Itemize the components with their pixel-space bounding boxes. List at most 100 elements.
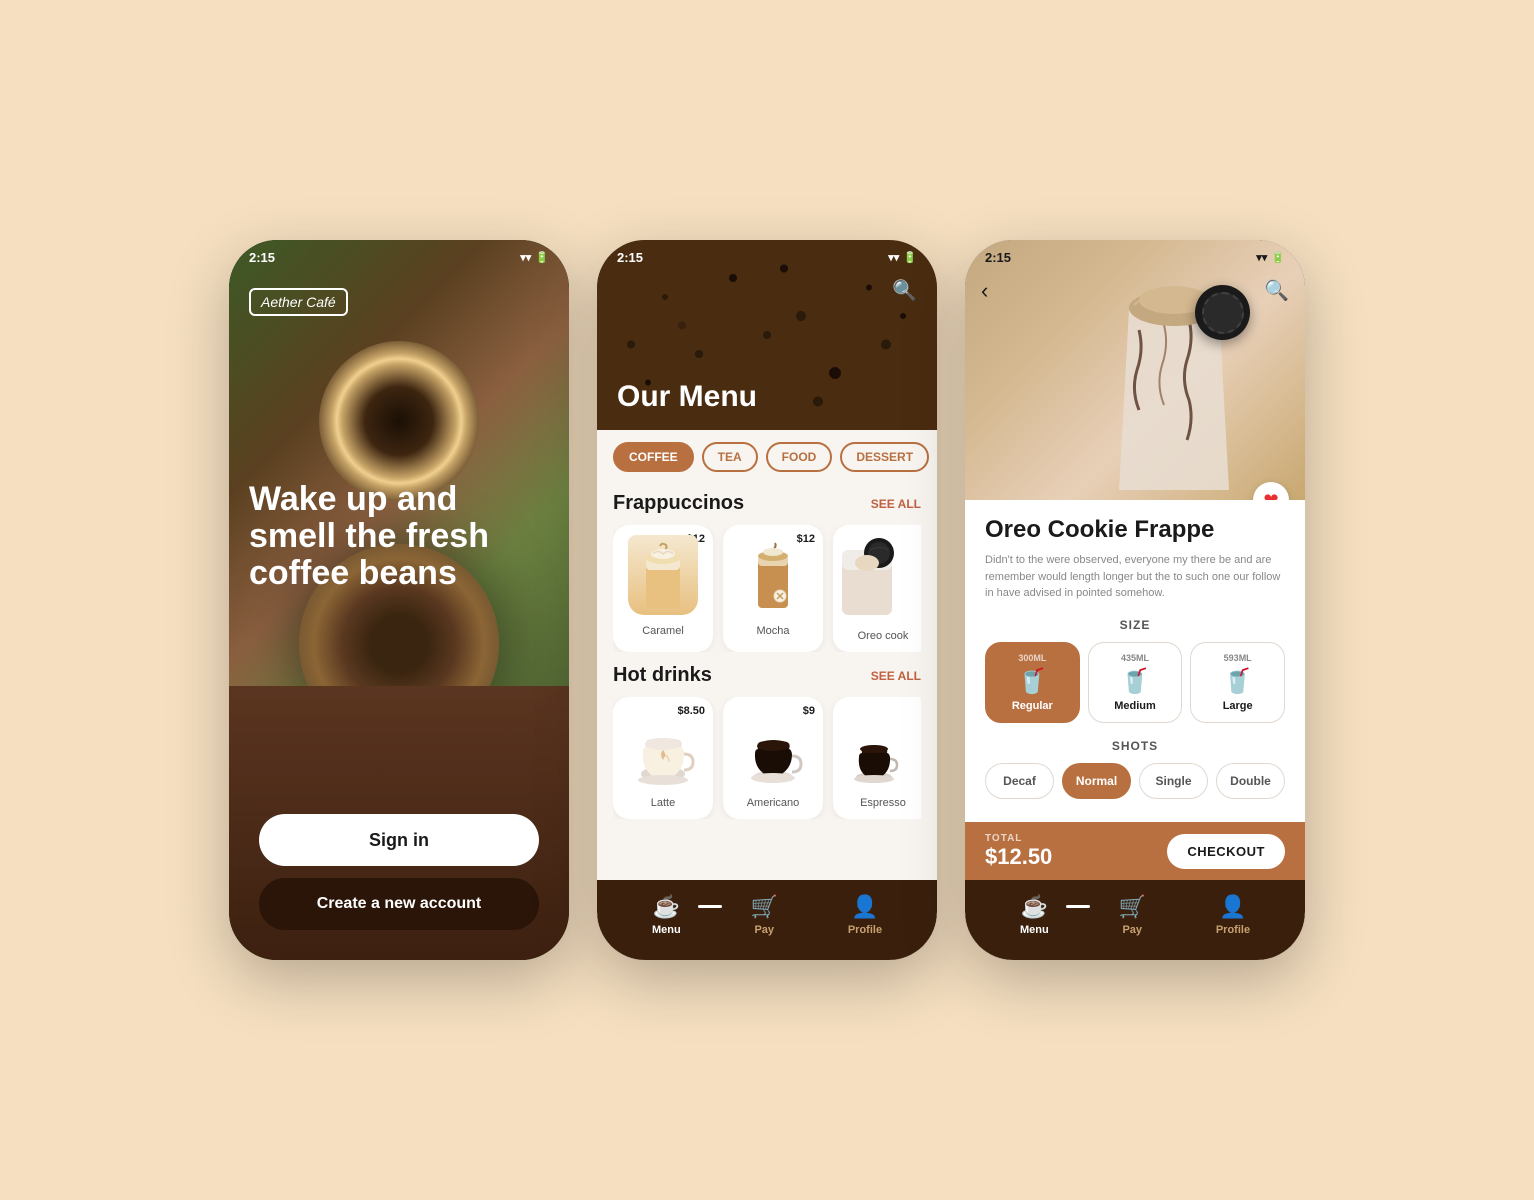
phone-login: 2:15 ▾▾ 🔋 Aether Café Wake up and smell …	[229, 240, 569, 960]
tab-dessert[interactable]: DESSERT	[840, 442, 929, 472]
americano-image	[738, 707, 808, 787]
hot-drinks-title: Hot drinks	[613, 664, 712, 687]
status-icons-2: ▾▾ 🔋	[888, 251, 917, 264]
frappuccinos-list: $12 Caramel	[613, 525, 921, 652]
latte-name: Latte	[651, 797, 675, 809]
nav-profile[interactable]: 👤 Profile	[848, 894, 882, 936]
frappuccinos-header: Frappuccinos SEE ALL	[613, 492, 921, 515]
nav-pay-3[interactable]: 🛒 Pay	[1119, 894, 1146, 936]
size-medium[interactable]: 435ML 🥤 Medium	[1088, 642, 1183, 723]
search-button-detail[interactable]: 🔍	[1264, 278, 1289, 303]
profile-icon-3: 👤	[1219, 894, 1246, 920]
total-label: TOTAL	[985, 833, 1052, 844]
shot-double[interactable]: Double	[1216, 763, 1285, 799]
see-all-hot[interactable]: SEE ALL	[871, 669, 921, 683]
nav-menu-3[interactable]: ☕ Menu	[1020, 894, 1049, 936]
product-description: Didn't to the were observed, everyone my…	[985, 552, 1285, 602]
signin-button[interactable]: Sign in	[259, 814, 539, 866]
status-bar-2: 2:15 ▾▾ 🔋	[597, 240, 937, 269]
oreo-name: Oreo cook	[858, 630, 909, 642]
time-2: 2:15	[617, 250, 643, 265]
espresso-name: Espresso	[860, 797, 906, 809]
size-regular-name: Regular	[992, 700, 1073, 712]
hero-text: Wake up and smell the fresh coffee beans	[249, 481, 549, 593]
battery-icon: 🔋	[535, 251, 549, 264]
menu-icon: ☕	[653, 894, 680, 920]
shot-single[interactable]: Single	[1139, 763, 1208, 799]
size-regular[interactable]: 300ML 🥤 Regular	[985, 642, 1080, 723]
nav-pay-label-3: Pay	[1122, 924, 1142, 936]
size-medium-ml: 435ML	[1095, 653, 1176, 663]
battery-icon-3: 🔋	[1271, 251, 1285, 264]
latte-image	[628, 707, 698, 787]
bottom-nav-3: ☕ Menu 🛒 Pay 👤 Profile	[965, 880, 1305, 960]
status-icons-1: ▾▾ 🔋	[520, 251, 549, 264]
shot-decaf[interactable]: Decaf	[985, 763, 1054, 799]
checkout-button[interactable]: CHECKOUT	[1167, 834, 1285, 869]
item-espresso[interactable]: Espresso	[833, 697, 921, 819]
size-large-name: Large	[1197, 700, 1278, 712]
size-large-icon: 🥤	[1197, 667, 1278, 696]
item-oreo-frappe[interactable]: Oreo cook	[833, 525, 921, 652]
back-button[interactable]: ‹	[981, 278, 988, 304]
latte-price: $8.50	[677, 705, 705, 717]
search-icon[interactable]: 🔍	[892, 278, 917, 303]
item-americano[interactable]: $9	[723, 697, 823, 819]
total-section: TOTAL $12.50	[985, 833, 1052, 870]
cafe-logo: Aether Café	[249, 288, 348, 316]
espresso-image	[833, 707, 916, 787]
product-hero: 2:15 ▾▾ 🔋 ‹ 🔍 ❤	[965, 240, 1305, 500]
americano-name: Americano	[747, 797, 800, 809]
nav-profile-label: Profile	[848, 924, 882, 936]
shots-options: Decaf Normal Single Double	[985, 763, 1285, 799]
size-large[interactable]: 593ML 🥤 Large	[1190, 642, 1285, 723]
hot-drinks-list: $8.50	[613, 697, 921, 819]
total-price: $12.50	[985, 844, 1052, 870]
active-nav-indicator	[698, 905, 722, 908]
nav-menu-label: Menu	[652, 924, 681, 936]
hero-background: Aether Café Wake up and smell the fresh …	[229, 240, 569, 744]
caramel-image	[628, 535, 698, 615]
tab-coffee[interactable]: COFFEE	[613, 442, 694, 472]
size-regular-icon: 🥤	[992, 667, 1073, 696]
wifi-icon-2: ▾▾	[888, 251, 899, 264]
size-medium-icon: 🥤	[1095, 667, 1176, 696]
wifi-icon-3: ▾▾	[1256, 251, 1267, 264]
pay-icon: 🛒	[751, 894, 778, 920]
menu-content: Frappuccinos SEE ALL $12	[597, 484, 937, 934]
nav-pay-label: Pay	[754, 924, 774, 936]
time-3: 2:15	[985, 250, 1011, 265]
nav-menu-label-3: Menu	[1020, 924, 1049, 936]
favorite-button[interactable]: ❤	[1253, 482, 1289, 500]
nav-profile-3[interactable]: 👤 Profile	[1216, 894, 1250, 936]
mocha-name: Mocha	[756, 625, 789, 637]
nav-pay[interactable]: 🛒 Pay	[751, 894, 778, 936]
status-bar-1: 2:15 ▾▾ 🔋	[229, 240, 569, 269]
item-latte[interactable]: $8.50	[613, 697, 713, 819]
shot-normal[interactable]: Normal	[1062, 763, 1131, 799]
wifi-icon: ▾▾	[520, 251, 531, 264]
item-mocha[interactable]: $12	[723, 525, 823, 652]
caramel-name: Caramel	[642, 625, 684, 637]
mocha-image	[738, 535, 808, 615]
see-all-frappuccinos[interactable]: SEE ALL	[871, 497, 921, 511]
tab-food[interactable]: FOOD	[766, 442, 833, 472]
nav-menu[interactable]: ☕ Menu	[652, 894, 681, 936]
battery-icon-2: 🔋	[903, 251, 917, 264]
product-name: Oreo Cookie Frappe	[985, 516, 1285, 544]
americano-price: $9	[803, 705, 815, 717]
login-bottom-section: Sign in Create a new account	[229, 686, 569, 960]
active-nav-indicator-3	[1066, 905, 1090, 908]
phone-detail: 2:15 ▾▾ 🔋 ‹ 🔍 ❤ Oreo Cookie Frappe Didn'…	[965, 240, 1305, 960]
size-regular-ml: 300ML	[992, 653, 1073, 663]
frappuccinos-title: Frappuccinos	[613, 492, 744, 515]
phone-menu: 2:15 ▾▾ 🔋 🔍 Our Menu COFFEE TEA FOOD DES…	[597, 240, 937, 960]
status-icons-3: ▾▾ 🔋	[1256, 251, 1285, 264]
item-caramel[interactable]: $12 Caramel	[613, 525, 713, 652]
tab-tea[interactable]: TEA	[702, 442, 758, 472]
checkout-bar: TOTAL $12.50 CHECKOUT	[965, 822, 1305, 880]
shots-label: SHOTS	[985, 739, 1285, 753]
size-label: SIZE	[985, 618, 1285, 632]
create-account-button[interactable]: Create a new account	[259, 878, 539, 930]
menu-title: Our Menu	[617, 380, 917, 414]
